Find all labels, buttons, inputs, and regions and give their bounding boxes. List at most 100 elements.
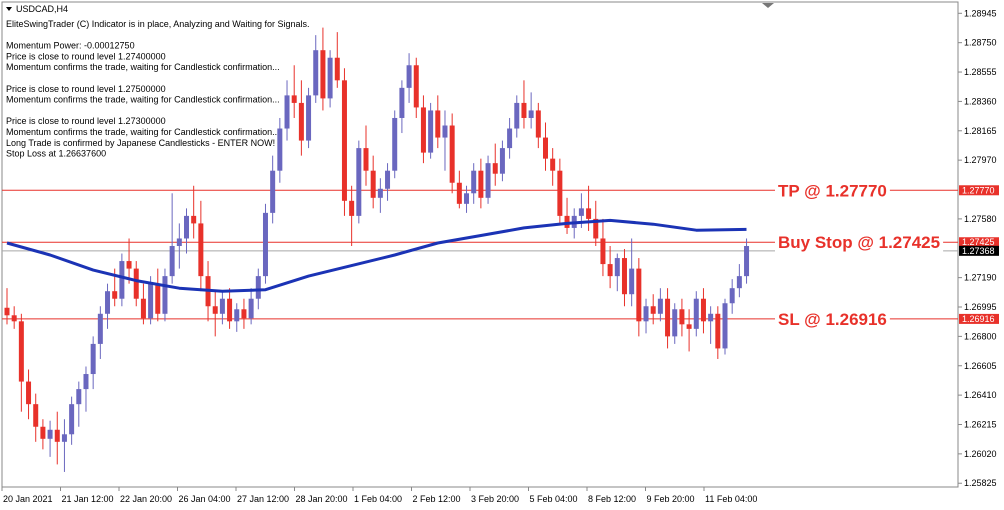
level-label: SL @ 1.26916 — [778, 310, 887, 329]
candle-body — [413, 65, 419, 108]
candle-body — [341, 80, 347, 201]
price-tick-label: 1.28360 — [964, 96, 997, 106]
candle-body — [176, 238, 182, 247]
candle-body — [385, 170, 391, 189]
price-tick-label: 1.26800 — [964, 331, 997, 341]
candle-body — [76, 389, 82, 405]
candle-body — [614, 258, 620, 277]
info-line: Price is close to round level 1.27400000 — [6, 51, 166, 61]
candle-body — [650, 306, 656, 314]
candle-body — [550, 158, 556, 171]
candle-body — [485, 163, 491, 198]
candle-body — [736, 276, 742, 289]
price-tick-label: 1.27580 — [964, 214, 997, 224]
candle-body — [61, 434, 67, 442]
candle-body — [528, 110, 534, 118]
candle-body — [212, 306, 218, 314]
candle-body — [349, 200, 355, 216]
candle-body — [636, 268, 642, 322]
candle-body — [313, 50, 319, 96]
candle-body — [219, 298, 225, 314]
info-line: Momentum confirms the trade, waiting for… — [6, 95, 280, 105]
candle-body — [33, 404, 39, 427]
candle-body — [291, 95, 297, 103]
candle-body — [11, 315, 17, 322]
candle-body — [700, 298, 706, 322]
info-line: Long Trade is confirmed by Japanese Cand… — [6, 138, 275, 148]
candle-body — [535, 110, 541, 138]
candle-body — [4, 307, 10, 316]
candle-body — [715, 313, 721, 349]
candle-body — [334, 57, 340, 81]
time-tick-label: 27 Jan 12:00 — [237, 494, 289, 504]
candle-body — [679, 309, 685, 325]
price-tick-label: 1.28555 — [964, 67, 997, 77]
price-tick-label: 1.27970 — [964, 155, 997, 165]
info-line: EliteSwingTrader (C) Indicator is in pla… — [6, 19, 309, 29]
candle-body — [686, 324, 692, 329]
candle-body — [499, 148, 505, 174]
info-line: Stop Loss at 1.26637600 — [6, 149, 106, 159]
info-line: Momentum confirms the trade, waiting for… — [6, 127, 280, 137]
time-tick-label: 8 Feb 12:00 — [588, 494, 636, 504]
candle-body — [148, 283, 154, 319]
candle-body — [327, 57, 333, 99]
candle-body — [456, 182, 462, 204]
price-tick-label: 1.26020 — [964, 449, 997, 459]
time-tick-label: 2 Feb 12:00 — [413, 494, 461, 504]
candle-body — [255, 276, 261, 299]
candle-body — [298, 102, 304, 141]
candle-body — [370, 170, 376, 198]
candle-body — [392, 117, 398, 171]
price-tick-label: 1.28945 — [964, 8, 997, 18]
candle-body — [521, 102, 527, 118]
candle-body — [90, 343, 96, 375]
level-price-tag-text: 1.27770 — [962, 185, 995, 195]
candle-body — [600, 238, 606, 265]
price-tick-label: 1.25825 — [964, 478, 997, 488]
candle-body — [140, 298, 146, 319]
price-chart[interactable]: USDCAD,H4 EliteSwingTrader (C) Indicator… — [0, 0, 1004, 510]
price-tick-label: 1.26995 — [964, 302, 997, 312]
candle-body — [105, 291, 111, 314]
candle-body — [492, 163, 498, 174]
time-tick-label: 1 Feb 04:00 — [354, 494, 402, 504]
time-tick-label: 21 Jan 12:00 — [62, 494, 114, 504]
candle-body — [198, 223, 204, 277]
time-tick-label: 3 Feb 20:00 — [471, 494, 519, 504]
candle-body — [406, 65, 412, 88]
price-tick-label: 1.26410 — [964, 390, 997, 400]
candle-body — [665, 298, 671, 337]
candle-body — [270, 170, 276, 213]
candle-body — [621, 258, 627, 295]
price-tick-label: 1.26215 — [964, 419, 997, 429]
candle-body — [729, 288, 735, 304]
price-tick-label: 1.28165 — [964, 126, 997, 136]
price-tick-label: 1.27190 — [964, 273, 997, 283]
candle-body — [543, 137, 548, 159]
candle-body — [119, 261, 125, 299]
candle-body — [112, 291, 118, 299]
candle-body — [262, 212, 268, 277]
candle-body — [162, 276, 168, 314]
candle-body — [708, 313, 714, 322]
candle-body — [320, 50, 326, 99]
time-axis: 20 Jan 2021 21 Jan 12:00 22 Jan 20:00 26 Ja… — [1, 487, 757, 504]
candle-body — [722, 303, 728, 349]
time-tick-label: 11 Feb 04:00 — [705, 494, 757, 504]
level-label: TP @ 1.27770 — [778, 181, 887, 200]
candle-body — [471, 170, 477, 194]
candle-body — [18, 321, 24, 382]
info-line: Momentum Power: -0.00012750 — [6, 41, 135, 51]
candle-body — [26, 381, 32, 405]
info-line: Price is close to round level 1.27500000 — [6, 84, 166, 94]
candle-body — [557, 170, 563, 216]
time-tick-label: 26 Jan 04:00 — [179, 494, 231, 504]
info-line: Price is close to round level 1.27300000 — [6, 116, 166, 126]
chart-window[interactable]: USDCAD,H4 EliteSwingTrader (C) Indicator… — [0, 0, 1004, 510]
candle-body — [507, 128, 513, 149]
candle-body — [435, 110, 441, 138]
time-tick-label: 20 Jan 2021 — [3, 494, 53, 504]
candle-body — [169, 246, 175, 277]
candle-body — [672, 309, 678, 337]
